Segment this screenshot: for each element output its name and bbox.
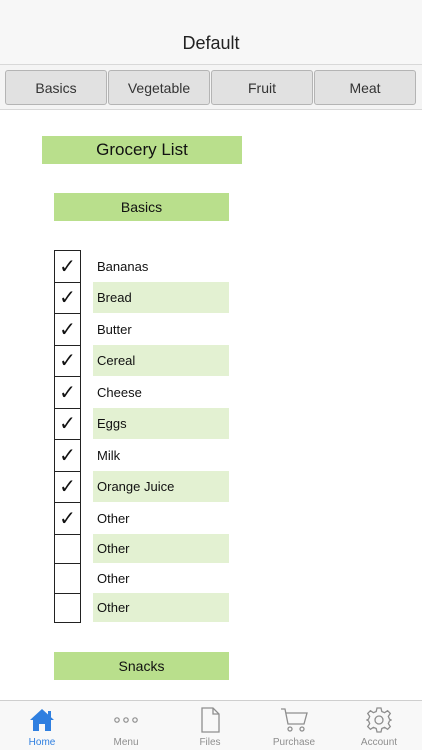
category-segmented-control: Basics Vegetable Fruit Meat <box>0 64 422 110</box>
grocery-list-scroll-area[interactable]: Grocery List Basics ✓ ✓ ✓ ✓ ✓ ✓ ✓ ✓ ✓ Ba… <box>0 111 422 700</box>
checkmark-icon: ✓ <box>59 381 76 404</box>
tab-purchase[interactable]: Purchase <box>252 701 336 750</box>
page-title: Default <box>182 33 240 53</box>
tab-home[interactable]: Home <box>0 701 84 750</box>
checkbox[interactable]: ✓ <box>55 440 80 472</box>
tab-menu[interactable]: Menu <box>84 701 168 750</box>
checkbox[interactable]: ✓ <box>55 503 80 535</box>
checkbox[interactable] <box>55 594 80 623</box>
list-item[interactable]: Orange Juice <box>93 471 229 502</box>
navigation-bar: Default <box>0 0 422 64</box>
list-item[interactable]: Other <box>93 593 229 622</box>
checkbox[interactable] <box>55 564 80 594</box>
checkbox-column: ✓ ✓ ✓ ✓ ✓ ✓ ✓ ✓ ✓ <box>54 250 81 623</box>
cart-icon <box>279 706 309 734</box>
segment-vegetable[interactable]: Vegetable <box>108 70 210 105</box>
list-item[interactable]: Bread <box>93 282 229 313</box>
checkbox[interactable]: ✓ <box>55 377 80 409</box>
checkmark-icon: ✓ <box>59 287 76 309</box>
checkbox[interactable]: ✓ <box>55 283 80 314</box>
tab-label: Home <box>28 737 56 748</box>
checkmark-icon: ✓ <box>59 444 76 467</box>
section-header-snacks: Snacks <box>54 652 229 680</box>
home-icon <box>27 706 57 734</box>
checkmark-icon: ✓ <box>59 255 76 278</box>
checkmark-icon: ✓ <box>59 350 76 372</box>
list-item[interactable]: Butter <box>93 313 229 345</box>
checkmark-icon: ✓ <box>59 318 76 341</box>
file-icon <box>195 706 225 734</box>
segment-basics[interactable]: Basics <box>5 70 107 105</box>
gear-icon <box>364 706 394 734</box>
list-item[interactable]: Other <box>93 563 229 593</box>
checkbox[interactable]: ✓ <box>55 346 80 377</box>
tab-label: Files <box>199 737 221 748</box>
segment-meat[interactable]: Meat <box>314 70 416 105</box>
tab-label: Account <box>360 737 398 748</box>
tab-label: Purchase <box>272 737 316 748</box>
app-screen: Default Basics Vegetable Fruit Meat Groc… <box>0 0 422 750</box>
checkmark-icon: ✓ <box>59 476 76 498</box>
checkmark-icon: ✓ <box>59 413 76 435</box>
checkbox[interactable]: ✓ <box>55 472 80 503</box>
section-header-basics: Basics <box>54 193 229 221</box>
tab-label: Menu <box>113 737 139 748</box>
list-title: Grocery List <box>42 136 242 164</box>
tab-account[interactable]: Account <box>336 701 422 750</box>
checkbox[interactable]: ✓ <box>55 251 80 283</box>
list-item[interactable]: Other <box>93 502 229 534</box>
checkbox[interactable]: ✓ <box>55 409 80 440</box>
tab-bar: Home Menu Files Purchase Account <box>0 700 422 750</box>
list-item[interactable]: Milk <box>93 439 229 471</box>
list-item[interactable]: Bananas <box>93 250 229 282</box>
tab-files[interactable]: Files <box>168 701 252 750</box>
checkmark-icon: ✓ <box>59 507 76 530</box>
list-item[interactable]: Cheese <box>93 376 229 408</box>
more-icon <box>111 706 141 734</box>
checkbox[interactable] <box>55 535 80 564</box>
list-item[interactable]: Cereal <box>93 345 229 376</box>
list-item[interactable]: Eggs <box>93 408 229 439</box>
checkbox[interactable]: ✓ <box>55 314 80 346</box>
list-item[interactable]: Other <box>93 534 229 563</box>
segment-fruit[interactable]: Fruit <box>211 70 313 105</box>
